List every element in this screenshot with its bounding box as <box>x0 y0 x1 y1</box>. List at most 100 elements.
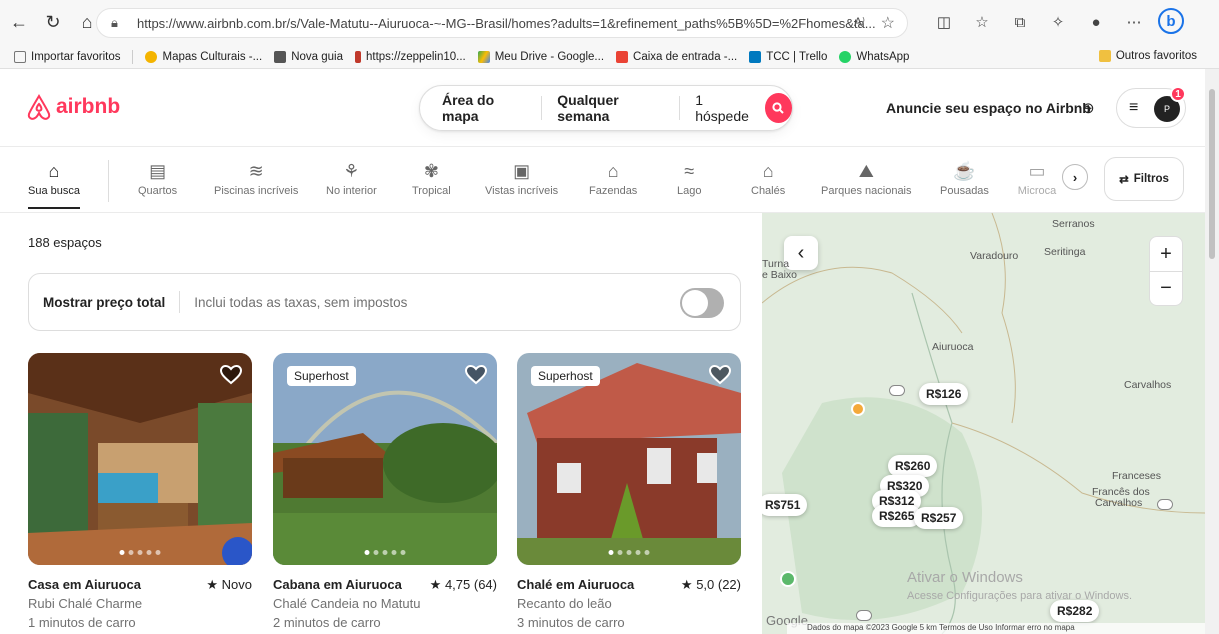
zoom-out-button[interactable]: − <box>1149 272 1183 306</box>
category-next-button[interactable]: › <box>1062 164 1088 190</box>
category-tropical[interactable]: ✾ Tropical <box>412 161 451 197</box>
results-count: 188 espaços <box>28 235 102 250</box>
category-chales[interactable]: ⌂ Chalés <box>751 161 785 197</box>
category-pousadas[interactable]: ☕ Pousadas <box>940 161 989 197</box>
search-dates[interactable]: Qualquer semana <box>542 92 681 124</box>
category-quartos[interactable]: ▤ Quartos <box>138 161 177 197</box>
bookmark-whatsapp[interactable]: WhatsApp <box>839 50 909 63</box>
host-link[interactable]: Anuncie seu espaço no Airbnb <box>886 100 1091 116</box>
category-fazendas[interactable]: ⌂ Fazendas <box>589 161 637 197</box>
superhost-badge: Superhost <box>531 366 600 386</box>
category-lago[interactable]: ≈ Lago <box>677 161 701 197</box>
bookmark-mapas[interactable]: Mapas Culturais -... <box>145 50 262 63</box>
zoom-in-button[interactable]: + <box>1149 236 1183 272</box>
search-bar[interactable]: Área do mapa Qualquer semana 1 hóspede <box>419 85 793 131</box>
category-sua-busca[interactable]: ⌂ Sua busca <box>28 161 80 209</box>
notification-badge: 1 <box>1170 86 1186 102</box>
heart-icon[interactable] <box>220 365 242 385</box>
listing-title: Cabana em Aiuruoca <box>273 577 402 592</box>
windows-activation-title: Ativar o Windows <box>907 569 1023 586</box>
bookmarks-bar: Importar favoritos Mapas Culturais -... … <box>0 45 1219 69</box>
minus-icon: − <box>1160 277 1172 299</box>
category-interior[interactable]: ⚘ No interior <box>326 161 377 197</box>
listing-card[interactable]: Superhost Cabana em Aiuruoca ★ 4,75 (64)… <box>273 353 497 630</box>
listing-distance: 2 minutos de carro <box>273 615 381 630</box>
heart-icon[interactable] <box>709 365 731 385</box>
page-scrollbar[interactable] <box>1205 69 1219 634</box>
map-place: Carvalhos <box>1095 497 1143 509</box>
bookmark-drive[interactable]: Meu Drive - Google... <box>477 50 604 63</box>
listing-title: Casa em Aiuruoca <box>28 577 141 592</box>
read-aloud-icon[interactable]: A⁾ <box>854 15 865 29</box>
airbnb-logo[interactable]: airbnb <box>26 93 120 121</box>
carousel-dots <box>608 550 650 555</box>
more-icon[interactable]: ⋯ <box>1120 8 1148 36</box>
category-bar: ⌂ Sua busca ▤ Quartos ≋ Piscinas incríveis … <box>0 147 1205 213</box>
listing-photo[interactable] <box>28 353 252 565</box>
category-parques[interactable]: ⛰ Parques nacionais <box>821 161 912 197</box>
category-vistas[interactable]: ▣ Vistas incríveis <box>485 161 558 197</box>
bookmark-other-folder[interactable]: Outros favoritos <box>1098 50 1197 62</box>
favorite-star-icon[interactable]: ☆ <box>881 13 895 33</box>
listing-rating: ★ 5,0 (22) <box>680 577 741 592</box>
total-price-switch[interactable] <box>680 288 724 318</box>
map-place: Seritinga <box>1044 246 1086 258</box>
bookmark-gmail[interactable]: Caixa de entrada -... <box>616 50 737 63</box>
map-place: Aiuruoca <box>932 341 974 353</box>
collections-icon[interactable]: ⧉ <box>1006 8 1034 36</box>
bookmark-nova-guia[interactable]: Nova guia <box>274 50 343 63</box>
search-location[interactable]: Área do mapa <box>420 92 543 124</box>
map-place: Franceses <box>1112 470 1162 482</box>
tractor-icon: ⚘ <box>343 161 360 181</box>
listing-photo[interactable]: Superhost <box>273 353 497 565</box>
sliders-icon: ⇄ <box>1119 174 1129 186</box>
airbnb-logo-icon <box>27 94 51 120</box>
map-collapse-button[interactable]: ‹ <box>784 236 818 270</box>
map-small-pin[interactable] <box>1157 499 1173 510</box>
map-panel[interactable]: ‹ + − Serranos Varadouro Seritinga Aiuru… <box>762 213 1205 634</box>
cabin-icon: ⌂ <box>762 161 774 181</box>
filters-button[interactable]: ⇄ Filtros <box>1104 157 1184 201</box>
bookmark-trello[interactable]: TCC | Trello <box>749 50 827 63</box>
listing-subtitle: Recanto do leão <box>517 596 612 611</box>
listing-card[interactable]: Casa em Aiuruoca ★ Novo Rubi Chalé Charm… <box>28 353 252 630</box>
listing-card[interactable]: Superhost Chalé em Aiuruoca ★ 5,0 (22) R… <box>517 353 741 630</box>
refresh-icon[interactable]: ↻ <box>38 8 68 38</box>
home-search-icon: ⌂ <box>48 161 60 181</box>
search-icon <box>772 102 785 114</box>
map-price-pin[interactable]: R$751 <box>762 494 808 516</box>
back-icon[interactable]: ← <box>4 8 34 38</box>
star-icon: ★ <box>206 577 219 592</box>
search-guests[interactable]: 1 hóspede <box>680 92 763 124</box>
carousel-dots <box>119 550 161 555</box>
bookmark-import[interactable]: Importar favoritos <box>14 50 120 63</box>
category-piscinas[interactable]: ≋ Piscinas incríveis <box>214 161 298 197</box>
scrollbar-thumb[interactable] <box>1209 89 1215 259</box>
menu-icon: ≡ <box>1129 99 1139 116</box>
split-screen-icon[interactable]: ◫ <box>930 8 958 36</box>
map-place: Serranos <box>1052 218 1095 230</box>
bookmark-zeppelin[interactable]: https://zeppelin10... <box>354 50 466 63</box>
bing-icon[interactable]: b <box>1158 8 1184 34</box>
profile-icon[interactable]: ● <box>1082 8 1110 36</box>
favorites-icon[interactable]: ☆ <box>968 8 996 36</box>
globe-icon[interactable]: ⊕ <box>1082 99 1095 117</box>
map-price-pin[interactable]: R$260 <box>888 455 938 477</box>
view-icon: ▣ <box>513 161 531 181</box>
total-price-toggle-box[interactable]: Mostrar preço total Inclui todas as taxa… <box>28 273 741 331</box>
listing-subtitle: Chalé Candeia no Matutu <box>273 596 421 611</box>
plus-icon: + <box>1160 242 1172 265</box>
map-small-pin[interactable] <box>856 610 872 621</box>
extensions-icon[interactable]: ✧ <box>1044 8 1072 36</box>
search-button[interactable] <box>764 93 792 123</box>
map-small-pin[interactable] <box>889 385 905 396</box>
map-price-pin[interactable]: R$126 <box>919 383 969 405</box>
listing-photo[interactable]: Superhost <box>517 353 741 565</box>
map-price-pin[interactable]: R$282 <box>1050 600 1100 622</box>
address-bar[interactable]: 🔒︎ https://www.airbnb.com.br/s/Vale-Matu… <box>96 8 908 38</box>
user-menu-button[interactable]: ≡ P 1 <box>1116 86 1186 128</box>
listing-rating: ★ Novo <box>206 577 252 592</box>
heart-icon[interactable] <box>465 365 487 385</box>
category-microcasas[interactable]: ▭ Microca <box>1016 161 1058 197</box>
map-price-pin[interactable]: R$257 <box>914 507 964 529</box>
